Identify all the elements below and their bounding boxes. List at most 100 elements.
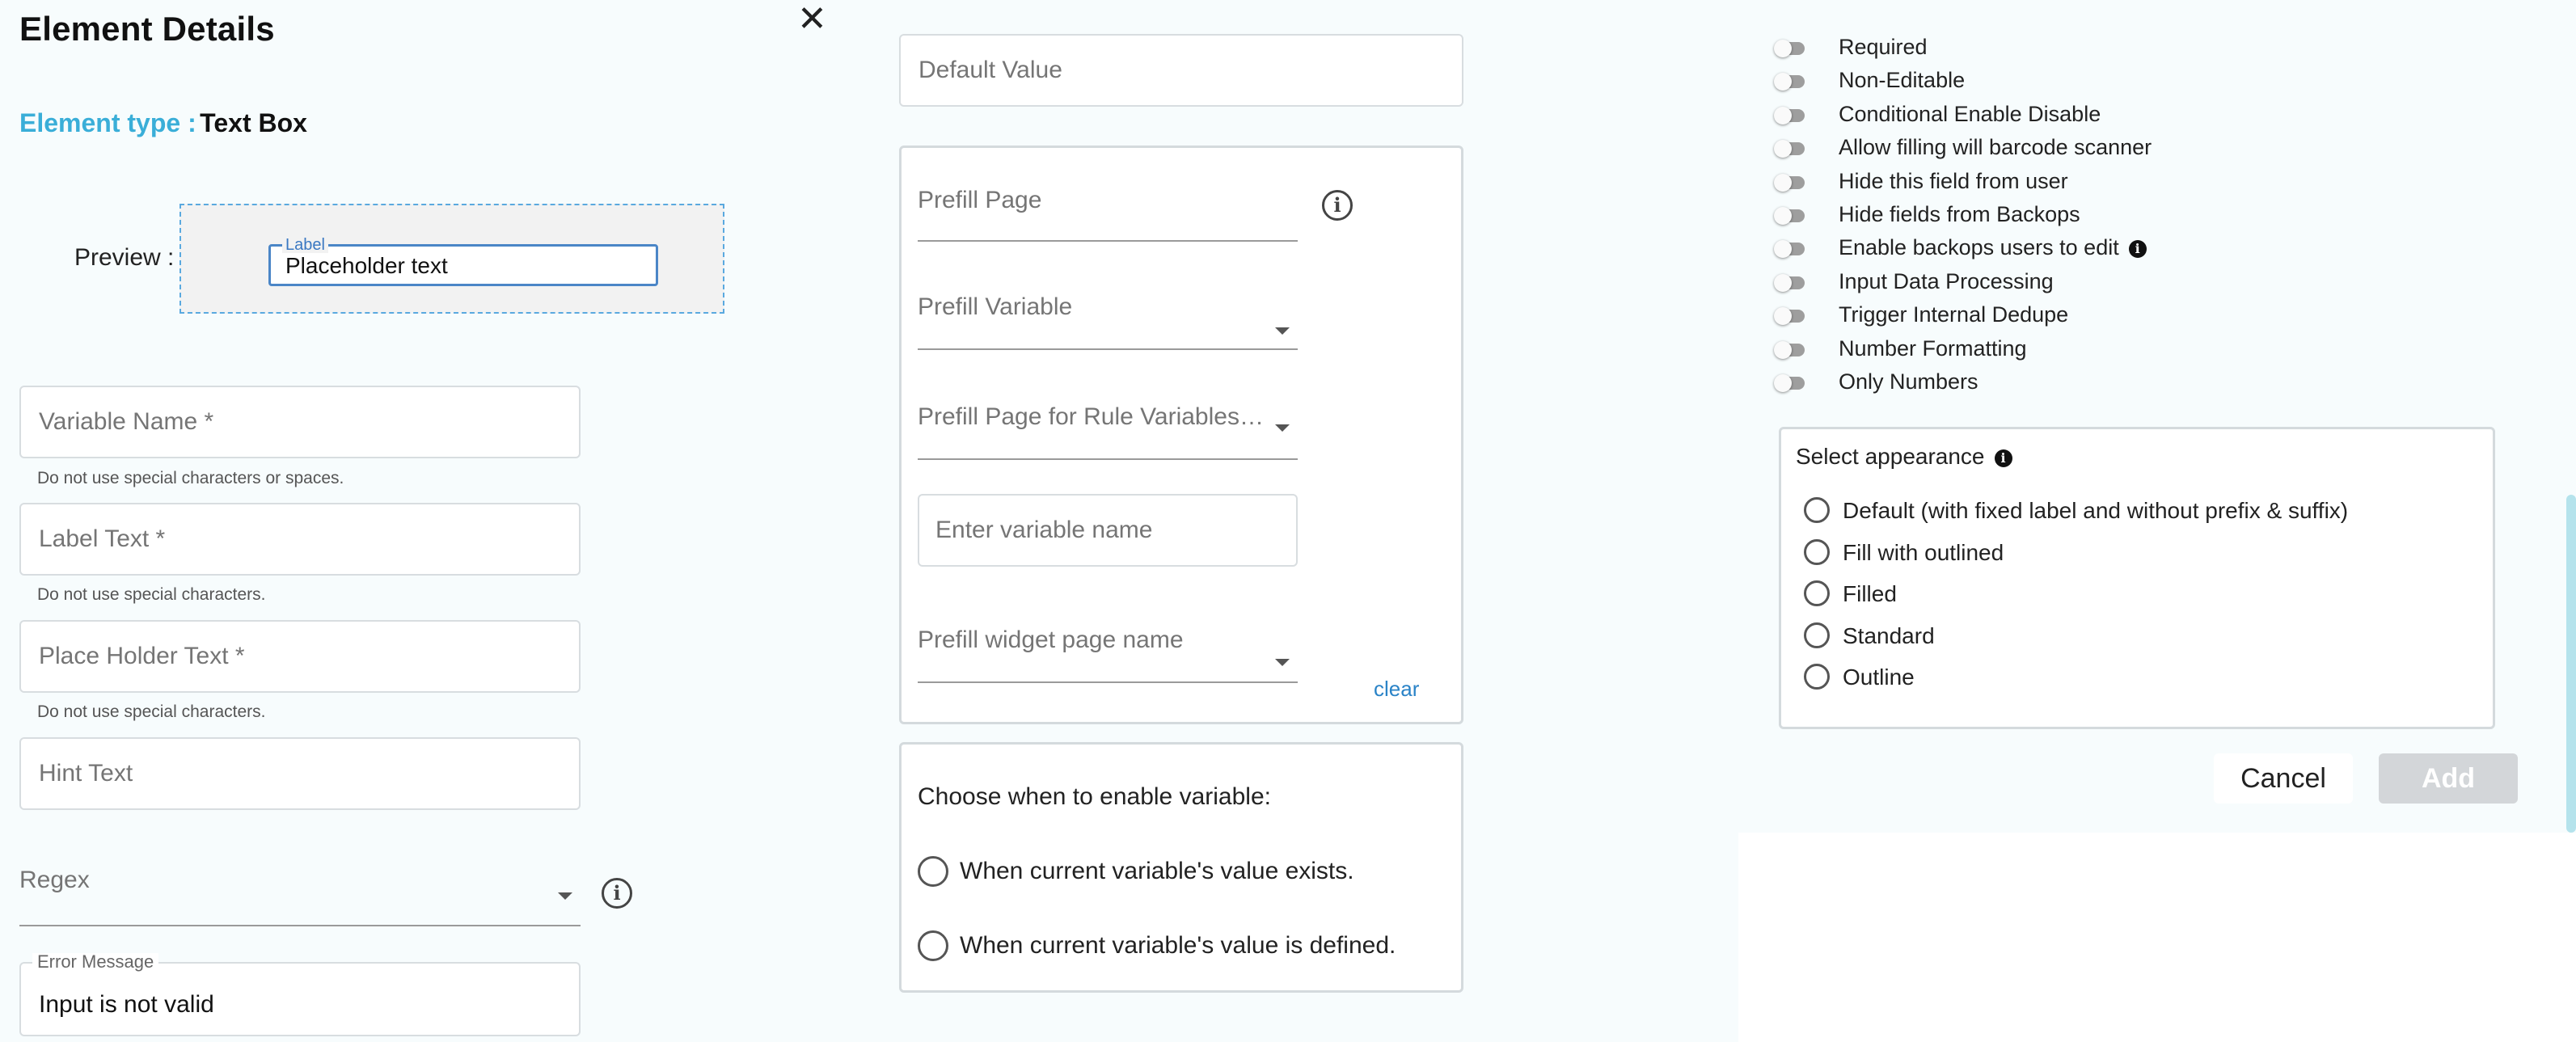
prefill-card: Prefill Page i Prefill Variable Prefill … — [899, 146, 1463, 724]
info-icon[interactable]: i — [1322, 190, 1353, 221]
toggle-knob — [1774, 341, 1792, 359]
toggle-label-text: Allow filling will barcode scanner — [1839, 135, 2152, 159]
enable-variable-title: Choose when to enable variable: — [918, 783, 1271, 810]
toggle-knob — [1774, 107, 1792, 124]
enter-variable-name-input[interactable]: Enter variable name — [918, 494, 1298, 567]
toggle-switch[interactable] — [1774, 374, 1806, 392]
label-text-placeholder: Label Text * — [39, 525, 166, 552]
appearance-radio[interactable] — [1804, 580, 1830, 606]
scrollbar-thumb[interactable] — [2566, 495, 2576, 833]
prefill-rule-page-select[interactable]: Prefill Page for Rule Variables(... — [918, 382, 1298, 460]
toggle-label: Hide fields from Backops — [1839, 202, 2080, 227]
placeholder-text-field[interactable]: Place Holder Text * — [19, 620, 581, 693]
toggle-label: Only Numbers — [1839, 369, 1978, 394]
info-icon[interactable]: i — [1994, 449, 2012, 467]
appearance-radio[interactable] — [1804, 539, 1830, 565]
appearance-option-label: Fill with outlined — [1843, 540, 2004, 565]
variable-name-field[interactable]: Variable Name * — [19, 386, 581, 458]
hint-text-field[interactable]: Hint Text — [19, 737, 581, 810]
radio-value-exists[interactable] — [918, 856, 948, 887]
prefill-widget-page-select[interactable]: Prefill widget page name — [918, 605, 1298, 683]
regex-label: Regex — [19, 867, 90, 893]
preview-field-legend: Label — [282, 237, 328, 253]
chevron-down-icon — [1275, 424, 1290, 432]
chevron-down-icon — [1275, 327, 1290, 335]
toggle-knob — [1774, 73, 1792, 91]
toggle-switch[interactable] — [1774, 73, 1806, 91]
toggle-switch[interactable] — [1774, 174, 1806, 192]
toggle-label: Allow filling will barcode scanner — [1839, 135, 2152, 160]
toggle-switch[interactable] — [1774, 140, 1806, 158]
appearance-radio[interactable] — [1804, 622, 1830, 648]
element-type: Element type : Text Box — [19, 108, 307, 138]
toggle-label-text: Only Numbers — [1839, 369, 1978, 394]
toggle-label: Enable backops users to edit i — [1839, 235, 2147, 260]
toggle-label-text: Hide this field from user — [1839, 169, 2068, 193]
placeholder-text-help: Do not use special characters. — [37, 702, 266, 721]
appearance-option-label: Outline — [1843, 664, 1915, 690]
regex-select[interactable]: Regex — [19, 854, 581, 926]
toggle-switch[interactable] — [1774, 341, 1806, 359]
toggle-label: Hide this field from user — [1839, 169, 2068, 194]
info-icon[interactable]: i — [602, 878, 632, 909]
toggle-label: Required — [1839, 35, 1928, 60]
close-icon[interactable]: ✕ — [797, 2, 827, 37]
preview-box: Label Placeholder text — [179, 204, 724, 314]
variable-name-help: Do not use special characters or spaces. — [37, 469, 344, 487]
radio-value-exists-label: When current variable's value exists. — [960, 858, 1354, 884]
prefill-variable-select[interactable]: Prefill Variable — [918, 274, 1298, 350]
toggle-label-text: Required — [1839, 35, 1928, 59]
page-title: Element Details — [19, 10, 275, 48]
toggle-switch[interactable] — [1774, 274, 1806, 292]
toggle-label-text: Hide fields from Backops — [1839, 202, 2080, 226]
appearance-box: Select appearance i Default (with fixed l… — [1779, 427, 2495, 729]
cancel-button[interactable]: Cancel — [2214, 753, 2353, 804]
chevron-down-icon — [558, 892, 572, 900]
error-message-value: Input is not valid — [39, 991, 214, 1018]
appearance-title-text: Select appearance — [1796, 444, 1985, 469]
element-type-value: Text Box — [200, 108, 307, 137]
error-message-legend: Error Message — [32, 953, 159, 971]
toggle-switch[interactable] — [1774, 40, 1806, 57]
toggle-switch[interactable] — [1774, 240, 1806, 258]
appearance-option-label: Standard — [1843, 623, 1935, 648]
error-message-field[interactable]: Error Message Input is not valid — [19, 953, 581, 1036]
add-button[interactable]: Add — [2379, 753, 2518, 804]
preview-field-value: Placeholder text — [285, 253, 448, 278]
toggle-knob — [1774, 207, 1792, 225]
toggle-knob — [1774, 307, 1792, 325]
prefill-page-select[interactable]: Prefill Page — [918, 167, 1298, 242]
toggle-switch[interactable] — [1774, 307, 1806, 325]
placeholder-text-placeholder: Place Holder Text * — [39, 643, 245, 669]
prefill-widget-page-label: Prefill widget page name — [918, 626, 1184, 653]
clear-link[interactable]: clear — [1374, 677, 1419, 702]
radio-value-defined-label: When current variable's value is defined… — [960, 932, 1396, 959]
prefill-rule-page-label: Prefill Page for Rule Variables(... — [918, 403, 1265, 430]
preview-label: Preview : — [74, 244, 175, 271]
appearance-radio[interactable] — [1804, 664, 1830, 690]
appearance-title: Select appearance i — [1796, 444, 2012, 470]
label-text-field[interactable]: Label Text * — [19, 503, 581, 576]
toggle-switch[interactable] — [1774, 107, 1806, 124]
toggle-knob — [1774, 274, 1792, 292]
prefill-variable-label: Prefill Variable — [918, 293, 1073, 320]
toggle-label-text: Non-Editable — [1839, 68, 1966, 92]
hint-text-placeholder: Hint Text — [39, 760, 133, 787]
enter-variable-name-placeholder: Enter variable name — [935, 517, 1153, 543]
default-value-field[interactable]: Default Value — [899, 34, 1463, 107]
options-panel-inner: Required Non-Editable Conditional Enable D… — [1738, 0, 2576, 833]
element-type-label: Element type : — [19, 108, 196, 137]
toggle-label: Input Data Processing — [1839, 269, 2054, 294]
prefill-page-label: Prefill Page — [918, 187, 1042, 213]
radio-value-defined[interactable] — [918, 930, 948, 961]
appearance-option-label: Default (with fixed label and without pr… — [1843, 498, 2349, 523]
toggle-label: Number Formatting — [1839, 336, 2027, 361]
toggle-switch[interactable] — [1774, 207, 1806, 225]
appearance-radio[interactable] — [1804, 497, 1830, 523]
toggle-label-text: Input Data Processing — [1839, 269, 2054, 293]
variable-name-placeholder: Variable Name * — [39, 408, 214, 435]
toggle-knob — [1774, 40, 1792, 57]
chevron-down-icon — [1275, 659, 1290, 666]
toggle-label-text: Conditional Enable Disable — [1839, 102, 2101, 126]
info-icon[interactable]: i — [2128, 239, 2147, 258]
